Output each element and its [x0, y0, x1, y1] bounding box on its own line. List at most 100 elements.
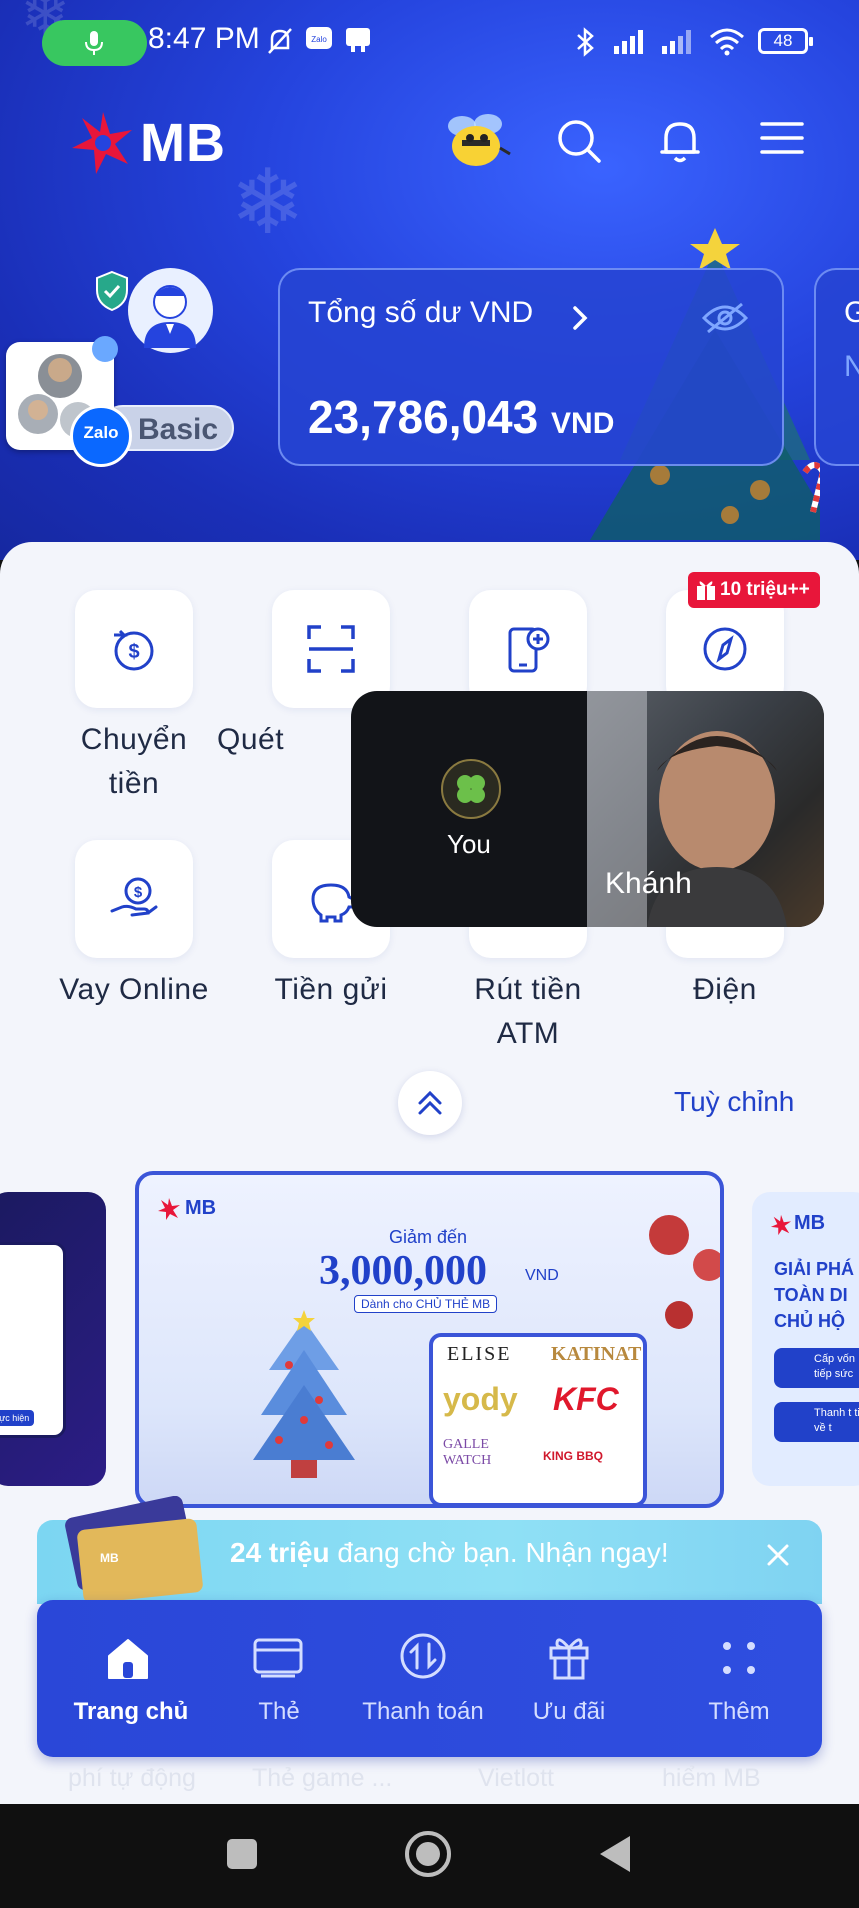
tab-label: Trang chủ: [73, 1698, 189, 1725]
label-line: ATM: [496, 1017, 560, 1050]
bee-mascot-icon[interactable]: [440, 108, 512, 172]
tab-payment[interactable]: Thanh toán: [347, 1600, 497, 1757]
recents-icon[interactable]: [226, 1838, 258, 1870]
svg-text:$: $: [134, 884, 143, 901]
gift-icon: [697, 581, 715, 600]
cards-illustration: MB: [65, 1496, 203, 1600]
promo-notification-text: 24 triệu đang chờ bạn. Nhận ngay!: [230, 1537, 669, 1569]
signal-icon: [662, 30, 691, 54]
status-bar: 8:47 PM Zalo 48: [0, 0, 859, 86]
bell-icon[interactable]: [658, 118, 702, 164]
compass-icon: [703, 627, 747, 671]
self-label: You: [447, 829, 491, 859]
quick-action-loan[interactable]: $: [75, 840, 193, 958]
banner-sub: Dành cho CHỦ THẺ MB: [354, 1295, 498, 1313]
gift-icon: [549, 1638, 589, 1680]
label-line: Chuyển: [80, 723, 188, 756]
banner-right-line: Thanh t tiền về t: [814, 1407, 859, 1434]
promo-amount: 24 triệu: [230, 1537, 330, 1568]
tab-more[interactable]: Thêm: [657, 1600, 822, 1757]
tab-card[interactable]: Thẻ: [207, 1600, 347, 1757]
search-icon[interactable]: [556, 118, 602, 164]
transfer-icon: $: [114, 629, 154, 671]
clover-icon: [457, 775, 485, 803]
next-account-card[interactable]: G N: [814, 268, 859, 466]
quick-action-transfer[interactable]: $: [75, 590, 193, 708]
mb-logo: [770, 1214, 792, 1236]
banner-right[interactable]: MB GIẢI PHÁ TOÀN DI CHỦ HỘ Cấp vốn tiếp …: [752, 1192, 859, 1486]
tab-label: Thêm: [708, 1698, 770, 1725]
quick-action-label: Tiền gửi: [231, 968, 431, 1012]
video-call-overlay[interactable]: You Khánh: [351, 691, 824, 927]
promo-tag[interactable]: 10 triệu++: [688, 572, 820, 608]
remote-name: Khánh: [605, 867, 692, 900]
label-line: Điện: [693, 973, 757, 1006]
phone-mockup: [0, 1242, 66, 1438]
banner-left-button: Thực hiện: [0, 1410, 34, 1426]
qr-scan-icon: [307, 625, 355, 673]
quick-action-label: Vay Online: [34, 968, 234, 1012]
merchant-katinat: KATINAT: [551, 1343, 642, 1365]
quick-action-label: Quét: [217, 718, 317, 762]
self-avatar: [441, 759, 501, 819]
zalo-badge[interactable]: Zalo: [70, 405, 132, 467]
mute-bell-icon: [268, 28, 292, 54]
wifi-icon: [710, 28, 744, 56]
merchant-elise: ELISE: [447, 1343, 512, 1365]
bottom-tab-bar: Trang chủ Thẻ Thanh toán Ưu đãi Thêm: [37, 1600, 822, 1757]
balance-card[interactable]: Tổng số dư VND 23,786,043 VND: [278, 268, 784, 466]
promo-banner[interactable]: MB Giảm đến 3,000,000 VND Dành cho CHỦ T…: [135, 1171, 724, 1508]
next-card-sub: N: [844, 350, 859, 383]
banner-right-line: Cấp vốn tiếp sức: [814, 1353, 855, 1380]
promo-message: đang chờ bạn. Nhận ngay!: [329, 1537, 669, 1568]
status-dot: [92, 336, 118, 362]
tier-label: Basic: [138, 413, 219, 446]
home-icon: [108, 1639, 148, 1679]
chevron-right-icon[interactable]: [570, 304, 590, 332]
promo-tag-label: 10 triệu++: [720, 579, 810, 600]
balance-value: 23,786,043: [308, 391, 539, 443]
snowflake-decoration: ❄: [230, 150, 306, 255]
merchant-card: ELISE KATINAT yody KFC GALLE WATCH KING …: [429, 1333, 647, 1504]
christmas-tree-illustration: [253, 1310, 355, 1478]
loan-hand-icon: $: [110, 877, 158, 917]
svg-text:MB: MB: [100, 1551, 119, 1565]
customize-link[interactable]: Tuỳ chỉnh: [674, 1086, 794, 1118]
home-nav-icon[interactable]: [404, 1830, 452, 1878]
banner-amount: 3,000,000: [319, 1248, 487, 1294]
status-time: 8:47 PM: [148, 22, 260, 55]
user-avatar-icon: [144, 285, 196, 348]
banner-left[interactable]: Thực hiện: [0, 1192, 106, 1486]
payment-icon: [400, 1633, 446, 1679]
card-icon: [253, 1638, 303, 1678]
piggy-bank-icon: [311, 883, 355, 923]
label-line: tiền: [108, 767, 160, 800]
menu-icon[interactable]: [760, 118, 804, 158]
banner-right-item: Thanh t tiền về t: [774, 1402, 859, 1442]
quick-action-label: Điện: [625, 968, 825, 1012]
tab-offers[interactable]: Ưu đãi: [497, 1600, 657, 1757]
brand-name: MB: [140, 113, 226, 173]
active-call-pill[interactable]: [42, 20, 147, 66]
ghost-label: Vietlott: [478, 1764, 554, 1792]
bluetooth-icon: [577, 27, 594, 57]
hide-balance-eye-icon[interactable]: [700, 300, 750, 336]
ghost-label: Thẻ game ...: [252, 1764, 393, 1792]
ghost-label: hiểm MB: [662, 1764, 761, 1792]
banner-right-item: Cấp vốn tiếp sức: [774, 1348, 859, 1388]
tab-home[interactable]: Trang chủ: [37, 1600, 207, 1757]
banner-brand: MB: [185, 1197, 217, 1219]
collapse-button[interactable]: [398, 1071, 462, 1135]
merchant-yody: yody: [443, 1381, 518, 1417]
label-line: Quét: [217, 723, 285, 756]
mb-logo: [158, 1198, 180, 1220]
svg-text:$: $: [128, 641, 139, 663]
mb-logo: [72, 112, 132, 174]
merchant-galle: GALLE WATCH: [443, 1437, 492, 1468]
shield-check-icon: [96, 270, 128, 312]
back-icon[interactable]: [598, 1834, 632, 1874]
avatar[interactable]: [128, 268, 213, 353]
tab-label: Thanh toán: [362, 1698, 484, 1725]
close-icon[interactable]: [766, 1543, 790, 1567]
balance-amount: 23,786,043 VND: [308, 390, 614, 444]
